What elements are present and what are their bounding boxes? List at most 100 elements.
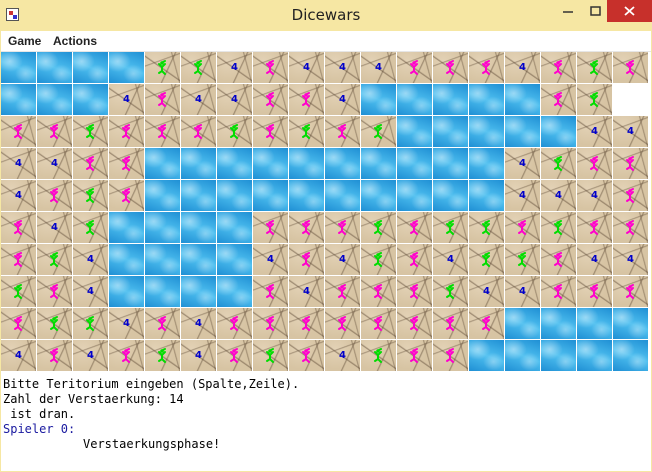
territory-cell[interactable]: [469, 244, 504, 275]
territory-cell[interactable]: [397, 308, 432, 339]
territory-cell[interactable]: [613, 180, 648, 211]
territory-cell[interactable]: [289, 244, 324, 275]
game-board[interactable]: 4 4 4 4 4 4 4 4 4 4 4 4 4 4 4 4 4 4 4 4 4 4 4 4 4 4 4 4 4 4 4 4 4 4 4: [1, 52, 651, 374]
territory-cell[interactable]: [613, 212, 648, 243]
territory-cell[interactable]: [289, 116, 324, 147]
territory-cell[interactable]: 4: [217, 84, 252, 115]
territory-cell[interactable]: [577, 52, 612, 83]
territory-cell[interactable]: [541, 276, 576, 307]
territory-cell[interactable]: [325, 308, 360, 339]
territory-cell[interactable]: [145, 84, 180, 115]
territory-cell[interactable]: [325, 116, 360, 147]
territory-cell[interactable]: [613, 276, 648, 307]
territory-cell[interactable]: [577, 212, 612, 243]
territory-cell[interactable]: [73, 308, 108, 339]
territory-cell[interactable]: [253, 84, 288, 115]
territory-cell[interactable]: 4: [37, 212, 72, 243]
territory-cell[interactable]: [145, 308, 180, 339]
territory-cell[interactable]: [109, 116, 144, 147]
territory-cell[interactable]: [541, 52, 576, 83]
territory-cell[interactable]: [613, 52, 648, 83]
territory-cell[interactable]: 4: [73, 244, 108, 275]
territory-cell[interactable]: [37, 276, 72, 307]
territory-cell[interactable]: [361, 212, 396, 243]
territory-cell[interactable]: [217, 116, 252, 147]
territory-cell[interactable]: 4: [1, 180, 36, 211]
territory-cell[interactable]: [433, 212, 468, 243]
territory-cell[interactable]: [541, 148, 576, 179]
territory-cell[interactable]: [361, 340, 396, 371]
territory-cell[interactable]: [145, 116, 180, 147]
territory-cell[interactable]: [109, 340, 144, 371]
territory-cell[interactable]: 4: [541, 180, 576, 211]
territory-cell[interactable]: [109, 180, 144, 211]
territory-cell[interactable]: [289, 308, 324, 339]
territory-cell[interactable]: [253, 276, 288, 307]
territory-cell[interactable]: [1, 212, 36, 243]
territory-cell[interactable]: [397, 52, 432, 83]
territory-cell[interactable]: 4: [181, 340, 216, 371]
territory-cell[interactable]: 4: [613, 116, 648, 147]
territory-cell[interactable]: 4: [289, 52, 324, 83]
territory-cell[interactable]: [37, 244, 72, 275]
territory-cell[interactable]: [253, 308, 288, 339]
territory-cell[interactable]: [145, 52, 180, 83]
territory-cell[interactable]: [73, 148, 108, 179]
territory-cell[interactable]: [73, 116, 108, 147]
territory-cell[interactable]: [433, 340, 468, 371]
territory-cell[interactable]: 4: [325, 52, 360, 83]
territory-cell[interactable]: [577, 84, 612, 115]
territory-cell[interactable]: 4: [181, 84, 216, 115]
territory-cell[interactable]: [577, 276, 612, 307]
territory-cell[interactable]: [181, 116, 216, 147]
territory-cell[interactable]: [361, 276, 396, 307]
territory-cell[interactable]: 4: [469, 276, 504, 307]
territory-cell[interactable]: [433, 308, 468, 339]
territory-cell[interactable]: [37, 180, 72, 211]
territory-cell[interactable]: [253, 116, 288, 147]
territory-cell[interactable]: [469, 52, 504, 83]
territory-cell[interactable]: [289, 340, 324, 371]
territory-cell[interactable]: 4: [181, 308, 216, 339]
territory-cell[interactable]: 4: [217, 52, 252, 83]
territory-cell[interactable]: 4: [1, 148, 36, 179]
territory-cell[interactable]: [37, 340, 72, 371]
territory-cell[interactable]: 4: [325, 244, 360, 275]
territory-cell[interactable]: 4: [577, 180, 612, 211]
territory-cell[interactable]: 4: [613, 244, 648, 275]
territory-cell[interactable]: 4: [577, 244, 612, 275]
territory-cell[interactable]: 4: [505, 148, 540, 179]
close-button[interactable]: [607, 0, 652, 22]
territory-cell[interactable]: 4: [1, 340, 36, 371]
territory-cell[interactable]: [289, 212, 324, 243]
territory-cell[interactable]: [361, 308, 396, 339]
territory-cell[interactable]: [253, 340, 288, 371]
territory-cell[interactable]: [505, 244, 540, 275]
territory-cell[interactable]: [397, 244, 432, 275]
territory-cell[interactable]: 4: [73, 340, 108, 371]
territory-cell[interactable]: 4: [253, 244, 288, 275]
territory-cell[interactable]: [361, 116, 396, 147]
territory-cell[interactable]: 4: [289, 276, 324, 307]
territory-cell[interactable]: [1, 308, 36, 339]
territory-cell[interactable]: [37, 308, 72, 339]
territory-cell[interactable]: [325, 212, 360, 243]
territory-cell[interactable]: [433, 276, 468, 307]
territory-cell[interactable]: [253, 212, 288, 243]
territory-cell[interactable]: [289, 84, 324, 115]
territory-cell[interactable]: [145, 340, 180, 371]
territory-cell[interactable]: 4: [325, 84, 360, 115]
menu-game[interactable]: Game: [8, 34, 41, 48]
territory-cell[interactable]: [397, 276, 432, 307]
territory-cell[interactable]: [469, 308, 504, 339]
territory-cell[interactable]: [1, 276, 36, 307]
territory-cell[interactable]: 4: [505, 180, 540, 211]
territory-cell[interactable]: [505, 212, 540, 243]
territory-cell[interactable]: [217, 308, 252, 339]
territory-cell[interactable]: 4: [577, 116, 612, 147]
territory-cell[interactable]: [37, 116, 72, 147]
territory-cell[interactable]: 4: [361, 52, 396, 83]
territory-cell[interactable]: 4: [37, 148, 72, 179]
territory-cell[interactable]: [541, 244, 576, 275]
territory-cell[interactable]: [73, 180, 108, 211]
